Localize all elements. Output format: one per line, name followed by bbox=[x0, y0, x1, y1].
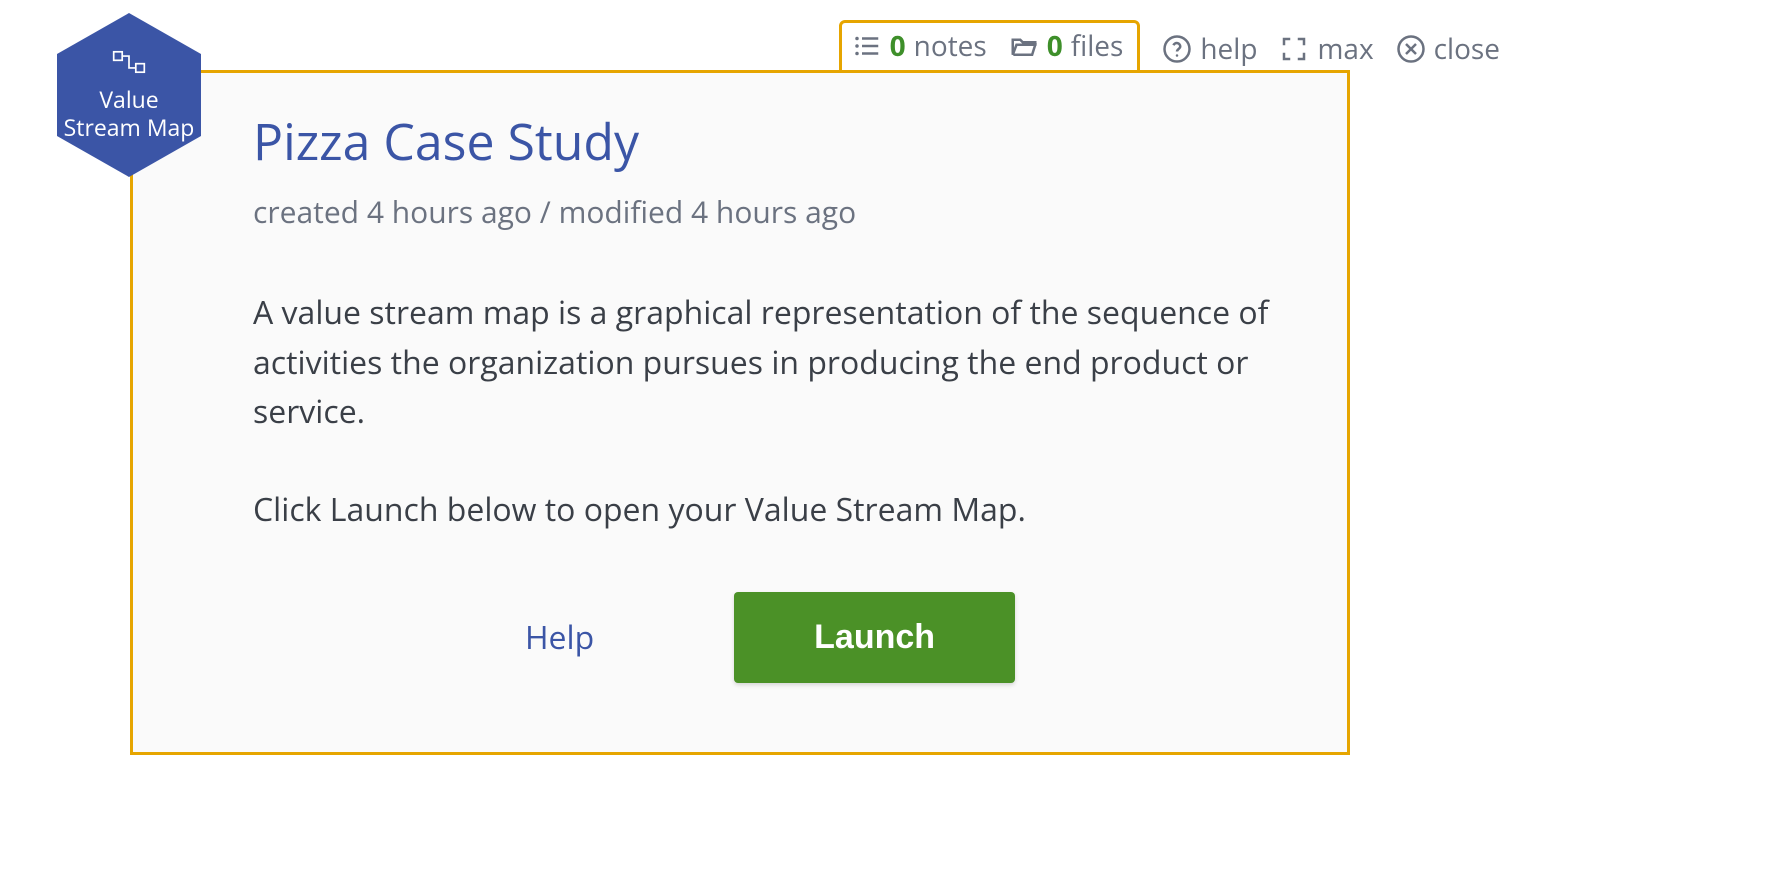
question-circle-icon bbox=[1162, 34, 1192, 64]
badge-line1: Value bbox=[99, 86, 158, 114]
list-icon bbox=[852, 31, 882, 61]
flow-icon bbox=[112, 49, 146, 81]
description-para-2: Click Launch below to open your Value St… bbox=[253, 485, 1287, 535]
launch-button[interactable]: Launch bbox=[734, 592, 1015, 683]
files-label: files bbox=[1071, 27, 1124, 65]
timestamps: created 4 hours ago / modified 4 hours a… bbox=[253, 191, 1287, 232]
help-button[interactable]: help bbox=[1162, 30, 1257, 68]
description: A value stream map is a graphical repres… bbox=[253, 288, 1287, 534]
tool-type-badge: Value Stream Map bbox=[54, 10, 204, 180]
badge-line2: Stream Map bbox=[64, 114, 195, 142]
files-count: 0 bbox=[1047, 27, 1063, 65]
files-button[interactable]: 0 files bbox=[1009, 27, 1124, 65]
notes-count: 0 bbox=[890, 27, 906, 65]
help-link[interactable]: Help bbox=[525, 616, 594, 659]
folder-open-icon bbox=[1009, 31, 1039, 61]
tool-card: Pizza Case Study created 4 hours ago / m… bbox=[130, 70, 1350, 755]
action-row: Help Launch bbox=[253, 592, 1287, 683]
close-circle-icon bbox=[1396, 34, 1426, 64]
close-label: close bbox=[1434, 30, 1500, 68]
maximize-icon bbox=[1279, 34, 1309, 64]
max-label: max bbox=[1317, 30, 1373, 68]
notes-label: notes bbox=[914, 27, 987, 65]
notes-button[interactable]: 0 notes bbox=[852, 27, 987, 65]
help-label: help bbox=[1200, 30, 1257, 68]
close-button[interactable]: close bbox=[1396, 30, 1500, 68]
max-button[interactable]: max bbox=[1279, 30, 1373, 68]
description-para-1: A value stream map is a graphical repres… bbox=[253, 288, 1287, 437]
page-title: Pizza Case Study bbox=[253, 107, 1287, 175]
